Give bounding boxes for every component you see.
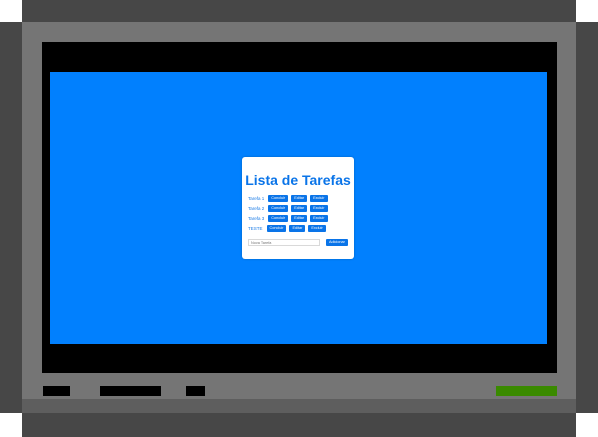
- list-item: Tarefa 1 Concluir Editar Excluir: [248, 195, 328, 202]
- edit-button[interactable]: Editar: [291, 195, 308, 202]
- frame-corner: [576, 0, 598, 22]
- frame-corner: [576, 413, 598, 437]
- delete-button[interactable]: Excluir: [310, 195, 328, 202]
- taskbar-block: [100, 386, 161, 396]
- monitor-frame: Lista de Tarefas Tarefa 1 Concluir Edita…: [0, 0, 598, 437]
- list-item: TESTE Concluir Editar Excluir: [248, 225, 326, 232]
- frame-corner: [0, 0, 22, 22]
- new-task-input[interactable]: [248, 239, 320, 246]
- frame-corner: [0, 413, 22, 437]
- edit-button[interactable]: Editar: [291, 215, 308, 222]
- task-label: Tarefa 2: [248, 206, 265, 211]
- edit-button[interactable]: Editar: [289, 225, 306, 232]
- page-title: Lista de Tarefas: [245, 172, 351, 188]
- task-label: TESTE: [248, 226, 263, 231]
- power-indicator-icon: [496, 386, 557, 396]
- delete-button[interactable]: Excluir: [308, 225, 326, 232]
- complete-button[interactable]: Concluir: [268, 205, 289, 212]
- taskbar-block: [186, 386, 205, 396]
- task-label: Tarefa 1: [248, 196, 265, 201]
- complete-button[interactable]: Concluir: [268, 215, 289, 222]
- delete-button[interactable]: Excluir: [310, 205, 328, 212]
- task-label: Tarefa 3: [248, 216, 265, 221]
- add-task-button[interactable]: Adicionar: [326, 239, 348, 246]
- monitor-bottom-strip: [22, 399, 576, 413]
- delete-button[interactable]: Excluir: [310, 215, 328, 222]
- edit-button[interactable]: Editar: [291, 205, 308, 212]
- taskbar-block: [43, 386, 70, 396]
- complete-button[interactable]: Concluir: [268, 195, 289, 202]
- complete-button[interactable]: Concluir: [266, 225, 287, 232]
- list-item: Tarefa 3 Concluir Editar Excluir: [248, 215, 328, 222]
- list-item: Tarefa 2 Concluir Editar Excluir: [248, 205, 328, 212]
